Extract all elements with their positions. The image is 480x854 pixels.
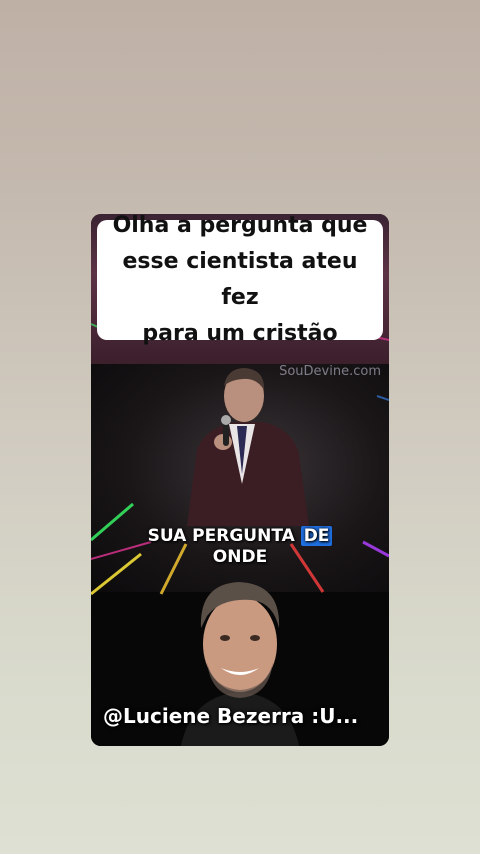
video-post-card[interactable]: SouDevine.com Olha a pergunta que esse c… — [91, 214, 389, 746]
subtitle-text-start: SUA PERGUNTA — [147, 526, 301, 546]
subtitle-highlight: DE — [300, 526, 333, 546]
speaker-figure — [187, 368, 309, 526]
subtitle-text-end: ONDE — [212, 547, 268, 567]
caption-box: Olha a pergunta que esse cientista ateu … — [97, 214, 383, 346]
video-subtitle: SUA PERGUNTA DE ONDE — [91, 526, 389, 568]
username-label[interactable]: @Luciene Bezerra :U... — [103, 704, 383, 728]
post-caption: Olha a pergunta que esse cientista ateu … — [112, 214, 368, 346]
